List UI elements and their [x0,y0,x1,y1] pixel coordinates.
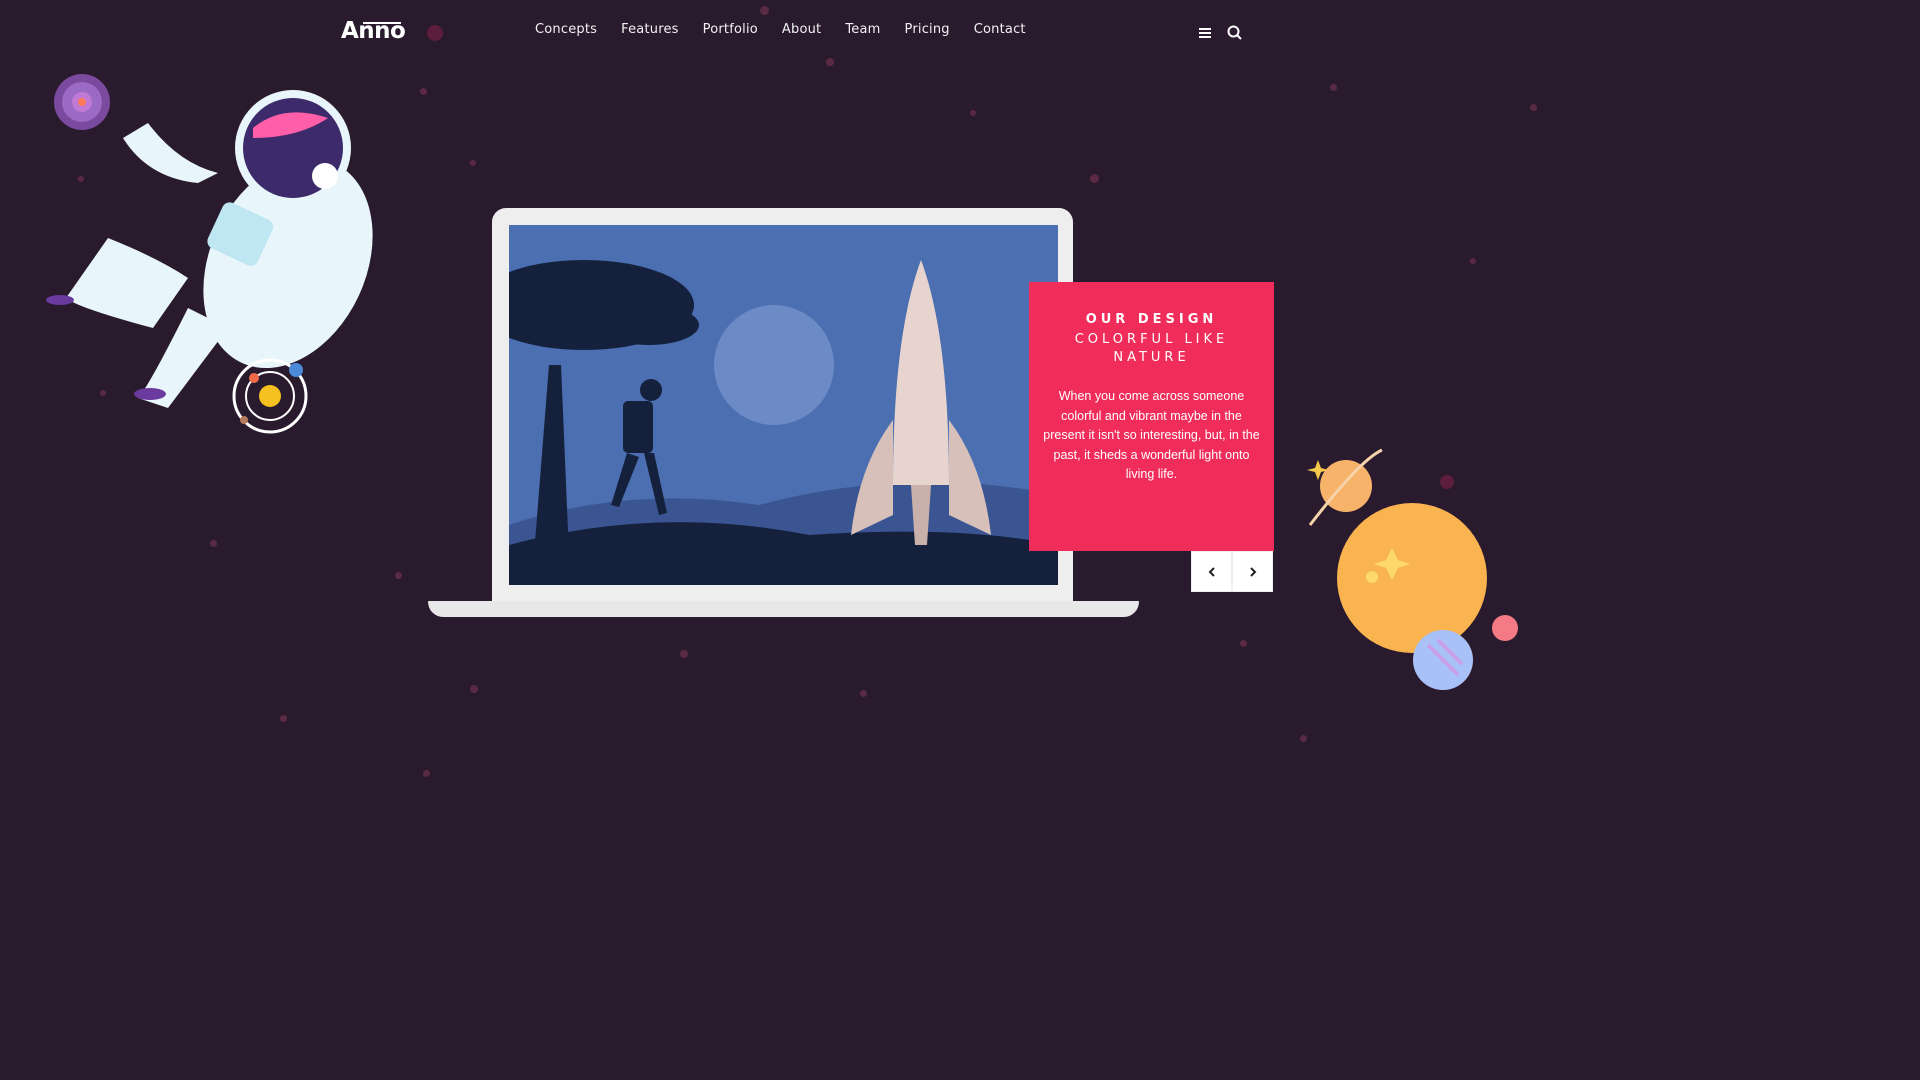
search-icon[interactable] [1226,24,1244,42]
nav-item-portfolio[interactable]: Portfolio [703,22,758,37]
nav-item-features[interactable]: Features [621,22,679,37]
nav-item-about[interactable]: About [782,22,821,37]
slider-text: When you come across someone colorful an… [1043,389,1260,481]
slider-next-button[interactable] [1232,551,1273,592]
slider-image [509,225,1058,585]
main-nav: Concepts Features Portfolio About Team P… [535,22,1050,37]
nav-item-concepts[interactable]: Concepts [535,22,597,37]
laptop-base [428,601,1139,617]
nav-item-team[interactable]: Team [845,22,880,37]
astronaut-illustration [46,74,373,434]
slider-prev-button[interactable] [1191,551,1232,592]
nav-item-contact[interactable]: Contact [974,22,1026,37]
planets-illustration [1307,448,1518,690]
logo-overline [363,22,401,24]
nav-item-pricing[interactable]: Pricing [905,22,950,37]
chevron-right-icon [1249,566,1256,577]
slider-caption-card: OUR DESIGN COLORFUL LIKE NATURE When you… [1029,282,1274,551]
decorative-dot [427,25,443,41]
menu-icon[interactable] [1197,24,1215,42]
chevron-left-icon [1208,566,1215,577]
slider-title: OUR DESIGN [1085,312,1218,327]
slider-subtitle: COLORFUL LIKE NATURE [1074,332,1229,365]
